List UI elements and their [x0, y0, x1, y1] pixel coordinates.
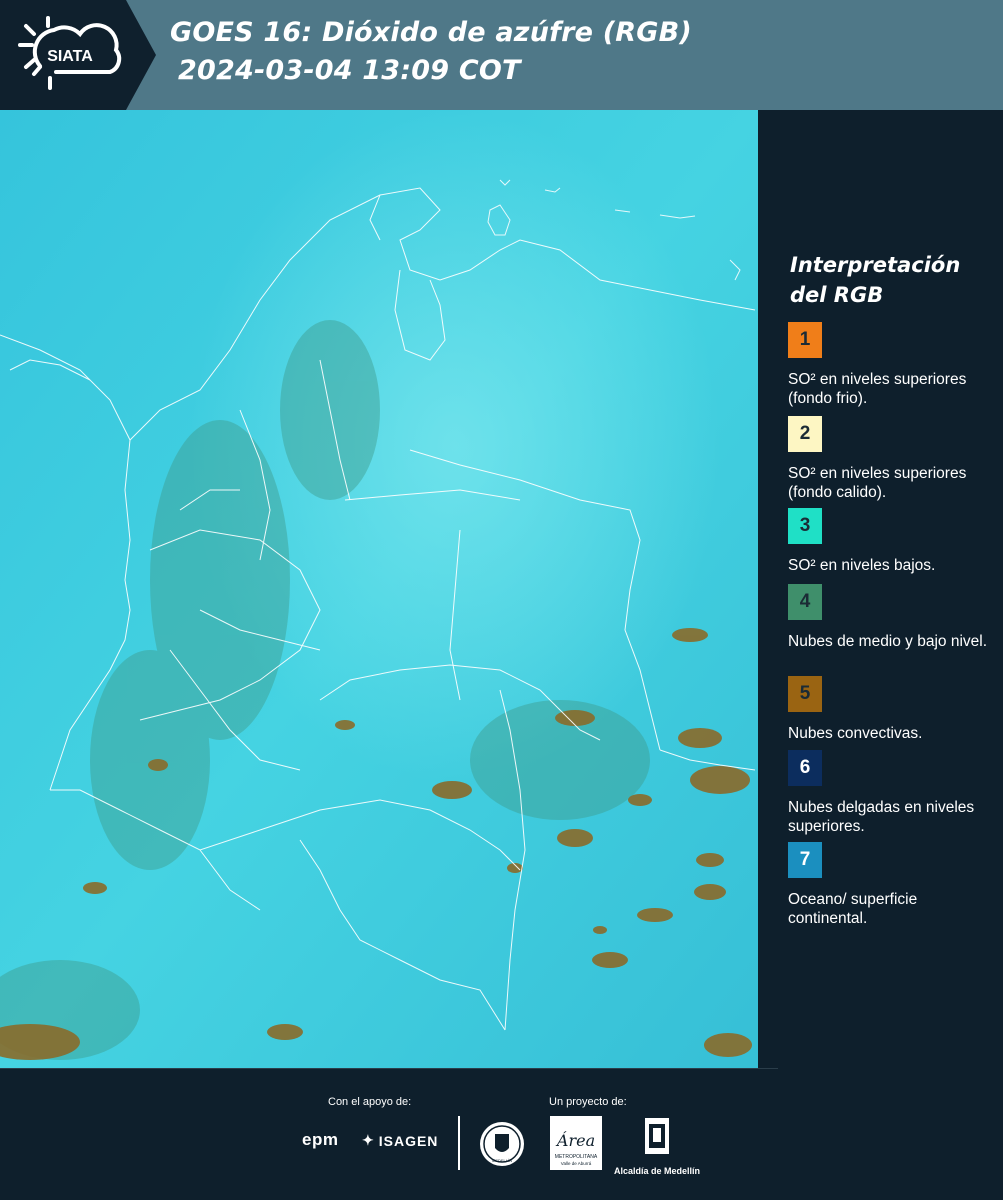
support-label: Con el apoyo de:: [328, 1096, 412, 1108]
legend-panel: Interpretación del RGB 1 SO² en niveles …: [758, 110, 1003, 1068]
footer-divider-line: [0, 1068, 778, 1069]
legend-number: 4: [799, 591, 811, 612]
alcaldia-logo: Alcaldía de Medellín: [613, 1116, 701, 1176]
legend-item-5: 5 Nubes convectivas.: [788, 676, 988, 743]
legend-number: 5: [799, 683, 811, 704]
legend-text: SO² en niveles superiores (fondo frio).: [788, 371, 967, 407]
siata-logo: SIATA: [18, 16, 122, 90]
legend-item-7: 7 Oceano/ superficie continental.: [788, 842, 988, 928]
title-line-2: 2024-03-04 13:09 COT: [178, 55, 521, 86]
epm-logo: epm: [302, 1130, 339, 1149]
page-title: GOES 16: Dióxido de azúfre (RGB) 2024-03…: [170, 14, 692, 90]
area-caption-1: METROPOLITANA: [555, 1154, 598, 1160]
legend-number: 3: [799, 515, 811, 536]
title-line-1: GOES 16: Dióxido de azúfre (RGB): [170, 17, 692, 48]
legend-text: Nubes de medio y bajo nivel.: [788, 633, 988, 650]
area-metropolitana-logo: Área METROPOLITANA Valle de Aburrá: [550, 1116, 602, 1170]
legend-text: Nubes convectivas.: [788, 725, 923, 742]
legend-swatch: 1: [788, 322, 822, 358]
satellite-map: [0, 110, 758, 1070]
alcaldia-label: Alcaldía de Medellín: [613, 1166, 701, 1176]
isagen-logo-text: ISAGEN: [378, 1132, 439, 1149]
legend-number: 7: [799, 849, 811, 870]
seal-caption: MEDELLÍN: [492, 1158, 512, 1163]
legend-item-2: 2 SO² en niveles superiores (fondo calid…: [788, 416, 988, 502]
header-bar: SIATA GOES 16: Dióxido de azúfre (RGB) 2…: [0, 0, 1003, 110]
legend-swatch: 4: [788, 584, 822, 620]
legend-swatch: 5: [788, 676, 822, 712]
legend-swatch: 6: [788, 750, 822, 786]
isagen-mark-icon: ✦: [362, 1132, 375, 1148]
legend-swatch: 2: [788, 416, 822, 452]
legend-title-line-2: del RGB: [790, 283, 884, 307]
area-caption-2: Valle de Aburrá: [561, 1161, 592, 1166]
logo-arrow: [126, 0, 156, 110]
legend-item-3: 3 SO² en niveles bajos.: [788, 508, 988, 575]
legend-number: 1: [799, 329, 811, 350]
legend-swatch: 7: [788, 842, 822, 878]
logo-text: SIATA: [47, 48, 93, 65]
isagen-logo: ✦ ISAGEN: [362, 1132, 438, 1149]
alcaldia-shield-icon: [645, 1118, 669, 1154]
legend-item-1: 1 SO² en niveles superiores (fondo frio)…: [788, 322, 988, 408]
project-label: Un proyecto de:: [549, 1096, 627, 1108]
legend-number: 2: [799, 423, 811, 444]
legend-title-line-1: Interpretación: [790, 253, 961, 277]
legend-text: Oceano/ superficie continental.: [788, 891, 918, 927]
area-logo-text: Área: [555, 1130, 595, 1150]
legend-item-4: 4 Nubes de medio y bajo nivel.: [788, 584, 988, 651]
legend-item-6: 6 Nubes delgadas en niveles superiores.: [788, 750, 988, 836]
footer: Con el apoyo de: Un proyecto de: epm ✦ I…: [0, 1068, 1003, 1200]
legend-swatch: 3: [788, 508, 822, 544]
legend-text: SO² en niveles superiores (fondo calido)…: [788, 465, 967, 501]
medellin-seal-icon: MEDELLÍN: [480, 1122, 524, 1166]
legend-text: SO² en niveles bajos.: [788, 557, 936, 574]
sponsor-divider: [458, 1116, 460, 1170]
legend-title: Interpretación del RGB: [790, 250, 960, 310]
legend-number: 6: [799, 757, 811, 778]
legend-text: Nubes delgadas en niveles superiores.: [788, 799, 975, 835]
